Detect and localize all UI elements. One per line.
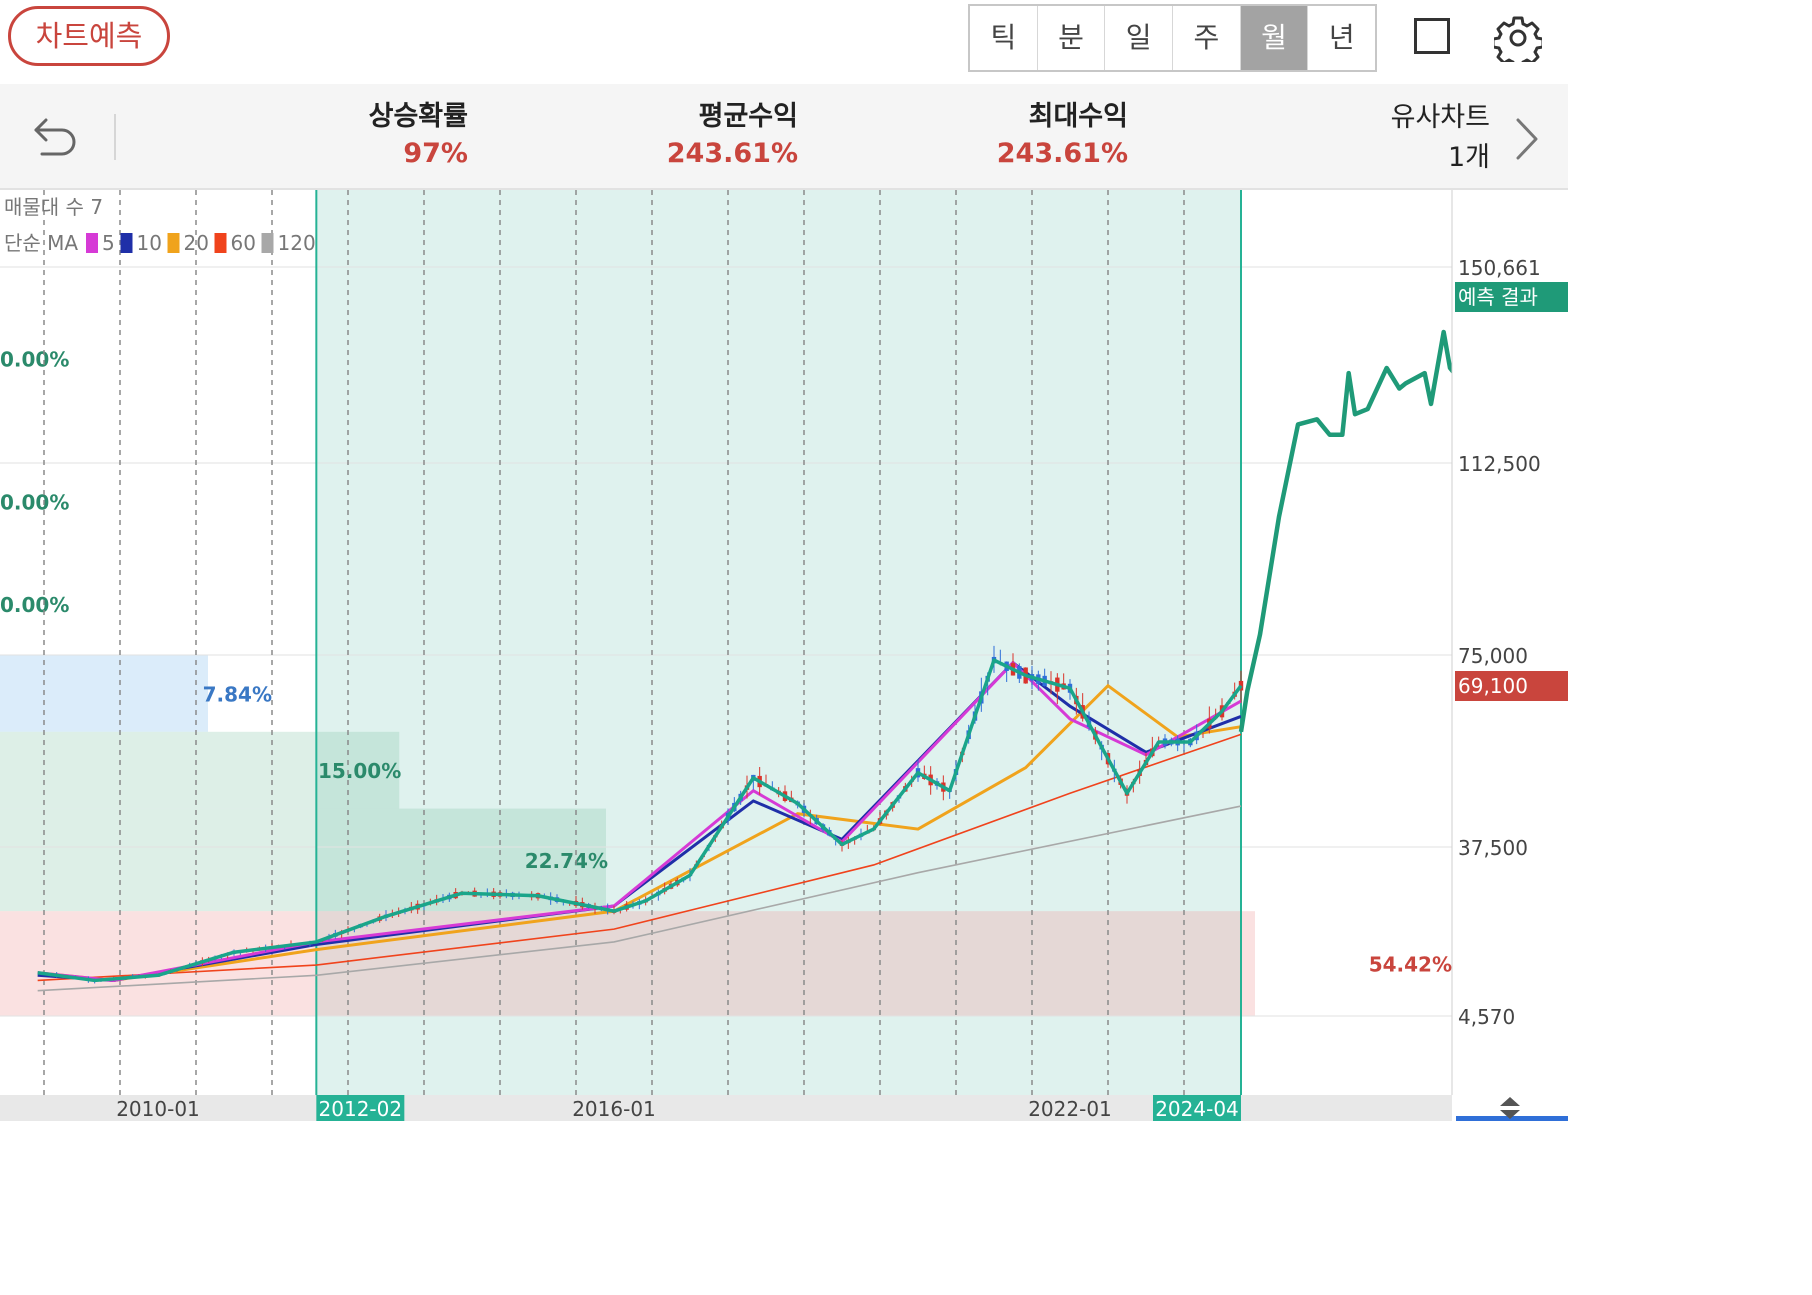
divider — [114, 114, 116, 160]
ma-legend-swatch — [167, 233, 180, 253]
ma-legend-swatch — [120, 233, 133, 253]
chevron-right-icon[interactable] — [1514, 116, 1542, 162]
period-button[interactable]: 틱 — [970, 6, 1038, 70]
prediction-stats-bar: 상승확률 97% 평균수익 243.61% 최대수익 243.61% 유사차트 … — [0, 84, 1568, 190]
y-tick-label: 37,500 — [1458, 836, 1528, 860]
selection-end-label: 2024-04 — [1155, 1097, 1239, 1121]
volume-profile-label: 0.00% — [0, 593, 69, 617]
period-button[interactable]: 년 — [1308, 6, 1375, 70]
y-tick-label: 75,000 — [1458, 644, 1528, 668]
chart-predict-button[interactable]: 차트예측 — [8, 6, 170, 66]
x-tick-label: 2010-01 — [116, 1097, 200, 1121]
period-button[interactable]: 주 — [1173, 6, 1241, 70]
ma-legend-swatch — [261, 233, 274, 253]
volume-profile-label: 15.00% — [318, 759, 401, 783]
max-return: 최대수익 243.61% — [990, 100, 1128, 174]
ma-legend-period: 10 — [137, 231, 162, 255]
prediction-result-label: 예측 결과 — [1458, 285, 1538, 309]
top-toolbar: 차트예측 틱분일주월년 — [0, 0, 1568, 84]
average-return: 평균수익 243.61% — [660, 100, 798, 174]
average-return-label: 평균수익 — [698, 101, 798, 132]
volume-profile-label: 54.42% — [1369, 953, 1452, 977]
period-button[interactable]: 일 — [1105, 6, 1174, 70]
ma-legend-period: 60 — [231, 231, 256, 255]
similar-charts-link[interactable]: 유사차트 1개 — [1391, 98, 1490, 178]
selection-start-label: 2012-02 — [319, 1097, 403, 1121]
rise-probability: 상승확률 97% — [340, 100, 468, 174]
y-tick-label: 4,570 — [1458, 1005, 1515, 1029]
similar-charts-count: 1개 — [1447, 142, 1490, 173]
ma-legend-swatch — [214, 233, 227, 253]
x-tick-label: 2022-01 — [1028, 1097, 1112, 1121]
fullscreen-icon[interactable] — [1414, 18, 1450, 54]
volume-profile-label: 0.00% — [0, 348, 69, 372]
average-return-value: 243.61% — [666, 138, 798, 169]
max-return-value: 243.61% — [996, 138, 1128, 169]
ma-legend-period: 20 — [184, 231, 209, 255]
undo-icon[interactable] — [32, 114, 80, 158]
ma-legend-period: 120 — [278, 231, 316, 255]
volume-profile-label: 7.84% — [203, 682, 272, 706]
gear-icon[interactable] — [1494, 14, 1542, 62]
volume-profile-label: 0.00% — [0, 490, 69, 514]
volume-profile-bar — [0, 911, 1255, 1016]
period-selector: 틱분일주월년 — [968, 4, 1377, 72]
y-tick-label: 112,500 — [1458, 452, 1541, 476]
similar-charts-label: 유사차트 — [1390, 102, 1490, 133]
y-tick-label: 150,661 — [1458, 256, 1541, 280]
max-return-label: 최대수익 — [1028, 101, 1128, 132]
volume-profile-bar — [0, 655, 208, 732]
ma-legend-period: 5 — [102, 231, 115, 255]
period-button[interactable]: 분 — [1038, 6, 1106, 70]
current-price-label: 69,100 — [1458, 674, 1528, 698]
ma-legend-swatch — [86, 233, 98, 253]
ma-legend-label: 단순 MA — [4, 231, 78, 255]
rise-probability-label: 상승확률 — [368, 101, 468, 132]
price-chart[interactable]: 0.00% 0.00% 0.00% 7.84% 15.00% 22.74% 54.42% 4,… — [0, 190, 1568, 1121]
period-button[interactable]: 월 — [1240, 6, 1309, 70]
y-axis-panel — [1452, 190, 1568, 1095]
x-tick-label: 2016-01 — [572, 1097, 656, 1121]
rise-probability-value: 97% — [403, 138, 468, 169]
volume-profile-label: 22.74% — [525, 849, 608, 873]
volume-profile-legend: 매물대 수 7 — [4, 195, 103, 219]
